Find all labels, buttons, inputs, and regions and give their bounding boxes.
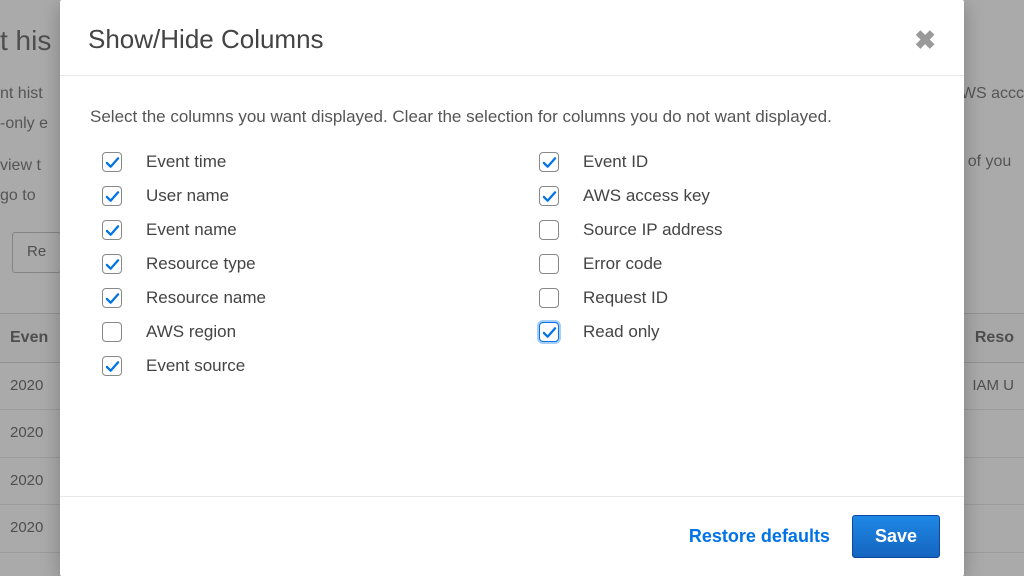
column-checkbox[interactable] — [102, 288, 122, 308]
checkbox-label: User name — [146, 186, 229, 206]
checkbox-row: Source IP address — [527, 220, 934, 240]
close-icon[interactable]: ✖ — [914, 27, 936, 53]
checkbox-row: Read only — [527, 322, 934, 342]
checkbox-row: Resource name — [90, 288, 497, 308]
checkbox-label: AWS access key — [583, 186, 710, 206]
checkbox-row: Event ID — [527, 152, 934, 172]
checkbox-label: Event name — [146, 220, 237, 240]
checkbox-row: Request ID — [527, 288, 934, 308]
checkbox-label: Error code — [583, 254, 662, 274]
checkbox-row: Event name — [90, 220, 497, 240]
checkbox-col-left: Event time User name Event name Resource ty… — [90, 152, 497, 390]
column-checkbox[interactable] — [539, 254, 559, 274]
checkbox-label: Source IP address — [583, 220, 723, 240]
checkbox-label: Event ID — [583, 152, 648, 172]
column-checkbox[interactable] — [102, 152, 122, 172]
checkbox-label: Event time — [146, 152, 226, 172]
column-checkbox[interactable] — [102, 220, 122, 240]
checkbox-col-right: Event ID AWS access key Source IP address E… — [527, 152, 934, 390]
checkbox-label: Request ID — [583, 288, 668, 308]
checkbox-label: Read only — [583, 322, 660, 342]
checkbox-label: Event source — [146, 356, 245, 376]
checkbox-row: Resource type — [90, 254, 497, 274]
modal-footer: Restore defaults Save — [60, 496, 964, 576]
checkbox-label: Resource name — [146, 288, 266, 308]
save-button[interactable]: Save — [852, 515, 940, 558]
checkbox-row: User name — [90, 186, 497, 206]
column-checkbox[interactable] — [539, 220, 559, 240]
checkbox-row: Error code — [527, 254, 934, 274]
checkbox-row: AWS access key — [527, 186, 934, 206]
column-checkbox[interactable] — [539, 186, 559, 206]
checkbox-label: AWS region — [146, 322, 236, 342]
modal-title: Show/Hide Columns — [88, 24, 324, 55]
checkbox-row: Event time — [90, 152, 497, 172]
modal-description: Select the columns you want displayed. C… — [90, 104, 934, 130]
column-checkbox[interactable] — [102, 322, 122, 342]
column-checkbox[interactable] — [102, 254, 122, 274]
checkbox-label: Resource type — [146, 254, 256, 274]
show-hide-columns-modal: Show/Hide Columns ✖ Select the columns y… — [60, 0, 964, 576]
column-checkbox[interactable] — [102, 356, 122, 376]
restore-defaults-link[interactable]: Restore defaults — [689, 526, 830, 547]
checkbox-row: AWS region — [90, 322, 497, 342]
modal-body: Select the columns you want displayed. C… — [60, 76, 964, 496]
checkbox-columns: Event time User name Event name Resource ty… — [90, 152, 934, 390]
column-checkbox[interactable] — [539, 322, 559, 342]
modal-header: Show/Hide Columns ✖ — [60, 0, 964, 76]
column-checkbox[interactable] — [539, 288, 559, 308]
column-checkbox[interactable] — [102, 186, 122, 206]
checkbox-row: Event source — [90, 356, 497, 376]
column-checkbox[interactable] — [539, 152, 559, 172]
